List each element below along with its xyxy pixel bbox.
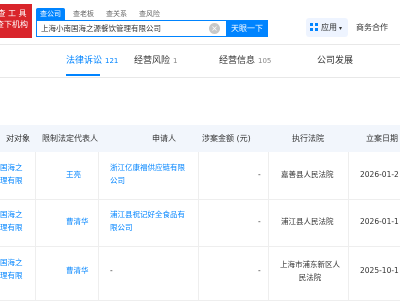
search-input[interactable]: 上海小南国海之源餐饮管理有限公司 (36, 20, 226, 37)
clear-icon[interactable]: × (209, 23, 220, 34)
tab-label: 公司发展 (317, 56, 354, 66)
target-company-link[interactable]: 国海之 理有限 (0, 208, 23, 234)
col-header-court: 执行法院 (292, 134, 324, 143)
col-header-target: 对对象 (6, 134, 30, 143)
restricted-rep-link[interactable]: 曹清华 (66, 264, 89, 277)
target-line: 国海之 (0, 210, 23, 219)
applicant-line: 浦江县祝记好全食品有 (110, 210, 185, 219)
logo-line-2: 查下机构 (0, 20, 28, 29)
court-name: 嘉善县人民法院 (281, 168, 334, 181)
tab-label: 法律诉讼 (66, 56, 103, 66)
applicant-link[interactable]: 浦江县祝记好全食品有 限公司 (110, 208, 185, 234)
restricted-rep-link[interactable]: 曹清华 (66, 215, 89, 228)
chevron-down-icon: ▾ (339, 25, 343, 32)
tab-label: 经营风险 (134, 56, 171, 66)
tab-search-relation[interactable]: 查关系 (102, 8, 131, 20)
tab-operation-risk[interactable]: 经营风险 1 (134, 45, 177, 77)
applicant-line: 限公司 (110, 223, 133, 232)
logo-line-1: 查 工 具 (0, 9, 27, 18)
tab-search-risk[interactable]: 查风险 (135, 8, 164, 20)
tab-count: 121 (105, 57, 119, 65)
tab-operation-info[interactable]: 经营信息 105 (219, 45, 271, 77)
applicant-line: - (110, 266, 113, 275)
table-row (0, 199, 400, 247)
site-logo[interactable]: 查 工 具 查下机构 (0, 4, 32, 38)
tab-search-boss[interactable]: 查老板 (69, 8, 98, 20)
app-menu-button[interactable]: 应用 ▾ (306, 18, 348, 37)
court-line: 上海市浦东新区人 (280, 260, 340, 269)
court-line: 民法院 (298, 273, 322, 282)
tab-label: 经营信息 (219, 56, 256, 66)
target-company-link[interactable]: 国海之 理有限 (0, 256, 23, 282)
target-line: 理有限 (0, 223, 23, 232)
target-company-link[interactable]: 国海之 理有限 (0, 161, 23, 187)
search-type-tabs: 查公司 查老板 查关系 查风险 (36, 8, 168, 20)
amount-value: - (258, 266, 261, 275)
court-name: 浦江县人民法院 (281, 215, 334, 228)
filing-date: 2025-10-1 (360, 266, 399, 275)
filing-date: 2026-01-2 (360, 170, 399, 179)
applicant-value: - (110, 264, 113, 277)
target-line: 理有限 (0, 176, 23, 185)
court-line: 浦江县人民法院 (281, 217, 334, 226)
grid-icon (310, 23, 318, 31)
app-label: 应用 (321, 23, 337, 32)
tab-company-development[interactable]: 公司发展 (317, 45, 356, 77)
table-row (0, 152, 400, 200)
amount-value: - (258, 217, 261, 226)
restricted-rep-link[interactable]: 王亮 (66, 168, 81, 181)
court-line: 嘉善县人民法院 (281, 170, 334, 179)
applicant-line: 公司 (110, 176, 125, 185)
tab-count: 1 (173, 57, 178, 65)
target-line: 国海之 (0, 163, 23, 172)
active-tab-indicator (66, 74, 100, 76)
court-name: 上海市浦东新区人 民法院 (273, 258, 347, 284)
top-bar: 查 工 具 查下机构 查公司 查老板 查关系 查风险 上海小南国海之源餐饮管理有… (0, 0, 400, 45)
target-line: 理有限 (0, 271, 23, 280)
tab-count: 105 (258, 57, 272, 65)
filing-date: 2026-01-1 (360, 217, 399, 226)
applicant-line: 浙江亿康福供应链有限 (110, 163, 185, 172)
target-line: 国海之 (0, 258, 23, 267)
search-button[interactable]: 天眼一下 (226, 20, 268, 37)
col-header-date: 立案日期 (366, 134, 398, 143)
col-header-amount: 涉案金额 (元) (202, 134, 251, 143)
amount-value: - (258, 170, 261, 179)
tab-search-company[interactable]: 查公司 (36, 8, 65, 20)
col-header-restricted-rep: 限制法定代表人 (42, 134, 98, 143)
col-header-applicant: 申请人 (152, 134, 176, 143)
applicant-link[interactable]: 浙江亿康福供应链有限 公司 (110, 161, 185, 187)
section-tabs: 法律诉讼 121 经营风险 1 经营信息 105 公司发展 (0, 45, 400, 78)
tab-legal[interactable]: 法律诉讼 121 (66, 45, 118, 77)
business-cooperation-link[interactable]: 商务合作 (356, 18, 388, 37)
